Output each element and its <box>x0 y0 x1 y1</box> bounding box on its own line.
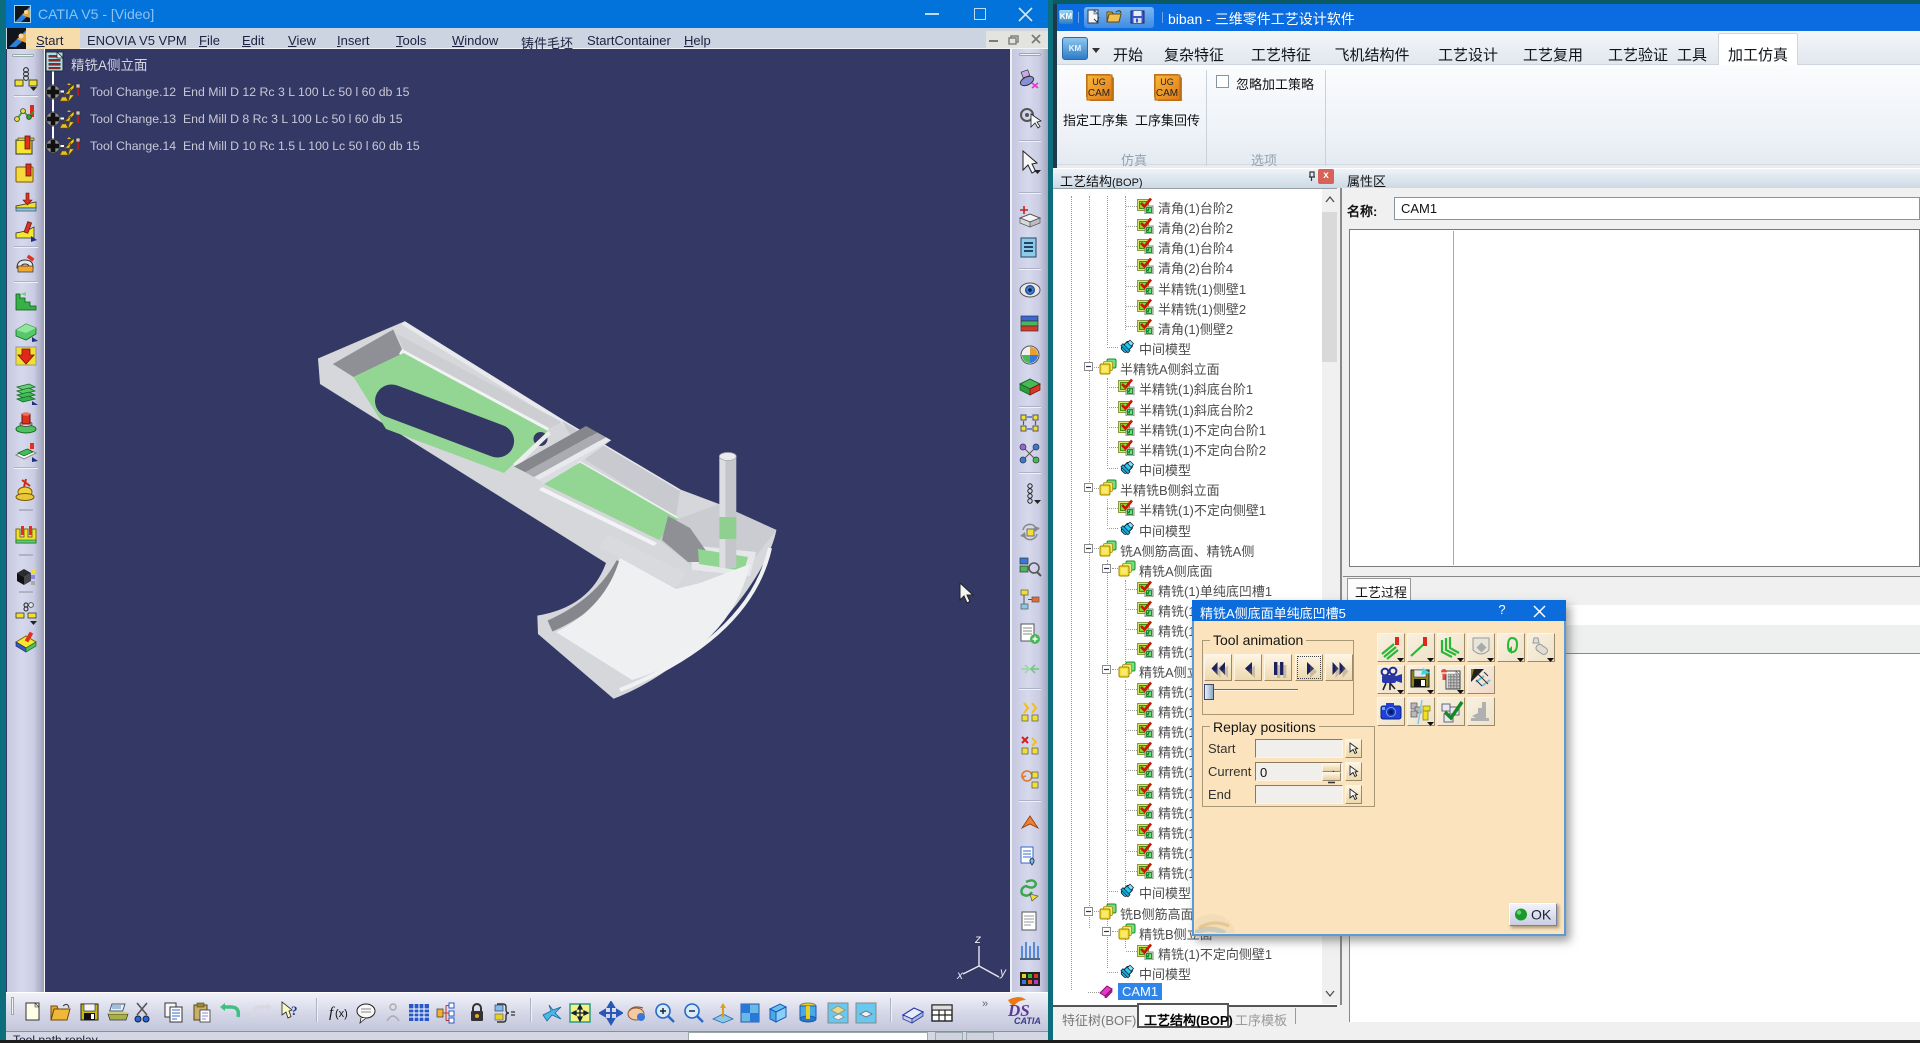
svg-text:UG: UG <box>1160 77 1174 87</box>
svg-text:CAM: CAM <box>1088 88 1110 99</box>
svg-text:CATIA: CATIA <box>1014 1016 1041 1026</box>
svg-text:y: y <box>999 965 1007 979</box>
svg-text:z: z <box>974 932 981 946</box>
svg-text:OK: OK <box>1531 907 1552 923</box>
svg-text:CAM: CAM <box>1156 88 1178 99</box>
svg-text:x: x <box>956 968 964 982</box>
svg-text:UG: UG <box>1092 77 1106 87</box>
svg-text:(x): (x) <box>335 1008 348 1020</box>
svg-text:?: ? <box>291 1003 298 1018</box>
